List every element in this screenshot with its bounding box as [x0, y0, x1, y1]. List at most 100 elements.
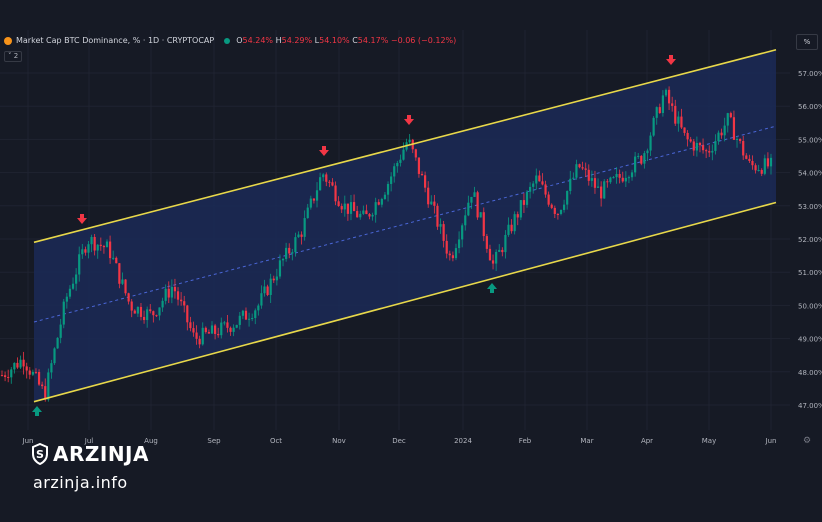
- candle-body: [495, 251, 498, 264]
- arrow-down-icon: [404, 115, 414, 125]
- candle-body: [600, 186, 603, 199]
- candle-body: [476, 192, 479, 218]
- candle-body: [575, 164, 578, 178]
- candle-body: [25, 366, 28, 371]
- candle-body: [498, 249, 501, 252]
- candle-body: [96, 244, 99, 251]
- candle-body: [149, 309, 152, 312]
- candle-body: [417, 157, 421, 174]
- candle-body: [667, 89, 671, 104]
- candle-body: [180, 299, 183, 302]
- candle-body: [695, 142, 698, 151]
- candle-body: [155, 315, 158, 317]
- candle-body: [661, 95, 665, 114]
- arrow-head: [77, 218, 87, 224]
- candle-body: [769, 157, 773, 167]
- candle-body: [627, 177, 631, 179]
- candle-body: [220, 322, 223, 336]
- candle-body: [176, 291, 180, 300]
- candle-body: [652, 117, 655, 136]
- candle-body: [158, 307, 161, 316]
- candle-body: [56, 337, 59, 349]
- candle-body: [424, 175, 427, 188]
- brand-name: ARZINJA: [53, 442, 149, 466]
- candle-body: [621, 177, 624, 182]
- arrow-up-icon: [32, 406, 42, 416]
- candle-body: [136, 306, 139, 314]
- candle-body: [677, 116, 680, 124]
- candle-body: [272, 278, 275, 281]
- candle-body: [491, 260, 495, 264]
- indicators-toggle[interactable]: ˅ 2: [4, 51, 23, 62]
- candle-body: [306, 207, 309, 219]
- candle-body: [402, 149, 405, 160]
- candle-body: [516, 214, 519, 218]
- candle-body: [164, 288, 167, 301]
- y-axis[interactable]: 57.00% 56.00% 55.00% 54.00% 53.00% 52.00% 51.0…: [798, 70, 822, 410]
- candle-body: [745, 155, 748, 159]
- candle-body: [139, 306, 143, 317]
- candle-body: [334, 185, 337, 202]
- candle-body: [269, 278, 272, 295]
- candle-body: [183, 301, 186, 306]
- candle-body: [340, 206, 343, 210]
- candle-body: [569, 178, 572, 191]
- candle-body: [232, 327, 235, 332]
- svg-text:S: S: [36, 448, 44, 461]
- symbol-title[interactable]: Market Cap BTC Dominance, % · 1D · CRYPT…: [16, 36, 214, 45]
- candle-body: [309, 198, 312, 208]
- candle-body: [118, 263, 121, 284]
- candle-body: [322, 174, 325, 178]
- candle-body: [275, 276, 278, 281]
- candle-body: [78, 254, 81, 275]
- candle-body: [596, 186, 600, 188]
- candle-body: [257, 305, 260, 311]
- percent-scale-button[interactable]: %: [796, 34, 818, 50]
- candle-body: [683, 127, 686, 133]
- candle-body: [115, 257, 118, 264]
- candle-body: [173, 286, 177, 292]
- candle-body: [692, 141, 695, 151]
- candle-body: [251, 318, 254, 320]
- candle-body: [266, 286, 269, 295]
- candle-body: [559, 209, 563, 214]
- candle-body: [507, 224, 510, 235]
- candle-body: [473, 192, 476, 197]
- candle-body: [380, 198, 383, 205]
- candle-body: [247, 318, 251, 320]
- candle-body: [3, 375, 7, 377]
- candle-body: [451, 255, 454, 259]
- candle-body: [705, 150, 708, 152]
- candle-body: [655, 107, 658, 118]
- candle-body: [204, 327, 207, 333]
- candle-body: [377, 202, 380, 205]
- candle-body: [390, 176, 393, 184]
- candle-body: [562, 204, 566, 210]
- candle-body: [698, 142, 702, 146]
- candle-body: [479, 212, 482, 218]
- candle-body: [637, 155, 640, 157]
- candle-body: [414, 149, 417, 158]
- candle-body: [0, 375, 4, 377]
- x-tick-label: Feb: [519, 437, 532, 445]
- candle-body: [674, 105, 677, 124]
- candle-body: [532, 183, 535, 187]
- candle-body: [260, 293, 263, 306]
- candle-body: [291, 252, 294, 254]
- candle-body: [408, 139, 411, 143]
- candle-body: [349, 202, 353, 214]
- candle-body: [467, 202, 470, 216]
- candle-body: [84, 249, 87, 253]
- candle-body: [300, 234, 303, 237]
- candle-body: [457, 239, 461, 249]
- candle-body: [711, 150, 714, 153]
- candle-body: [550, 204, 553, 208]
- y-tick-label: 49.00%: [798, 336, 822, 344]
- candle-body: [649, 135, 652, 151]
- candle-body: [62, 301, 65, 325]
- x-tick-label: Nov: [332, 437, 346, 445]
- candle-body: [161, 300, 164, 308]
- candle-body: [170, 286, 173, 298]
- candle-body: [294, 237, 297, 253]
- gear-icon[interactable]: ⚙: [803, 436, 811, 446]
